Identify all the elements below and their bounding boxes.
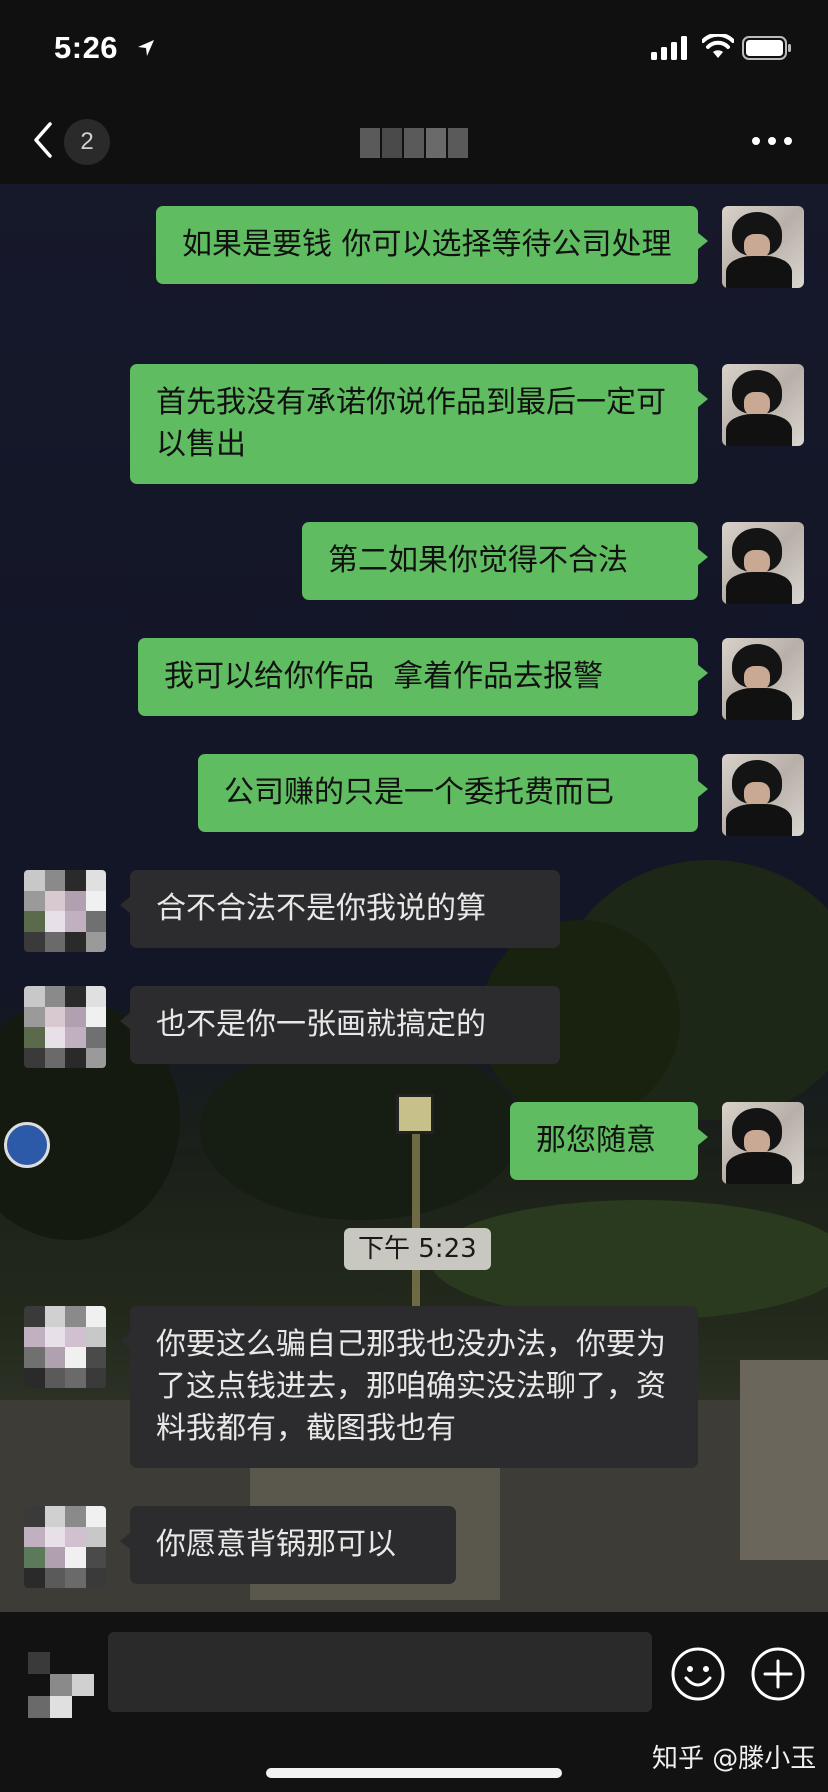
timestamp-divider: 下午 5:23 xyxy=(344,1228,491,1270)
self-avatar[interactable] xyxy=(722,638,804,720)
message-bubble-outgoing[interactable]: 那您随意 xyxy=(510,1102,708,1180)
message-bubble-outgoing[interactable]: 公司赚的只是一个委托费而已 xyxy=(198,754,708,832)
location-arrow-icon xyxy=(138,40,154,56)
battery-icon xyxy=(742,36,791,60)
message-bubble-incoming[interactable]: 也不是你一张画就搞定的 xyxy=(120,986,560,1064)
wifi-icon xyxy=(702,34,734,58)
chat-header: 2 xyxy=(0,100,828,184)
message-input[interactable] xyxy=(108,1632,652,1712)
self-avatar[interactable] xyxy=(722,1102,804,1184)
emoji-icon[interactable] xyxy=(670,1646,726,1702)
home-indicator[interactable] xyxy=(266,1768,562,1778)
message-bubble-outgoing[interactable]: 我可以给你作品 拿着作品去报警 xyxy=(138,638,708,716)
unread-count-badge[interactable]: 2 xyxy=(64,119,110,165)
message-bubble-incoming[interactable]: 你要这么骗自己那我也没办法，你要为了这点钱进去，那咱确实没法聊了，资料我都有，截… xyxy=(120,1306,698,1468)
status-bar: 5:26 xyxy=(0,0,828,100)
input-toolbar: 知乎 @滕小玉 xyxy=(0,1612,828,1792)
more-options-icon[interactable] xyxy=(752,135,792,147)
self-avatar[interactable] xyxy=(722,364,804,446)
self-avatar[interactable] xyxy=(722,206,804,288)
back-chevron-icon[interactable] xyxy=(30,120,56,160)
message-bubble-incoming[interactable]: 你愿意背锅那可以 xyxy=(120,1506,456,1584)
contact-avatar-redacted[interactable] xyxy=(24,870,106,952)
self-avatar[interactable] xyxy=(722,522,804,604)
contact-avatar-redacted[interactable] xyxy=(24,986,106,1068)
contact-avatar-redacted[interactable] xyxy=(24,1506,106,1588)
watermark: 知乎 @滕小玉 xyxy=(652,1744,817,1774)
status-time: 5:26 xyxy=(54,30,119,65)
message-bubble-outgoing[interactable]: 第二如果你觉得不合法 xyxy=(302,522,708,600)
cellular-signal-icon xyxy=(651,36,687,60)
message-bubble-incoming[interactable]: 合不合法不是你我说的算 xyxy=(120,870,560,948)
voice-toggle-icon[interactable] xyxy=(28,1652,94,1718)
chat-title-redacted xyxy=(360,128,468,158)
message-bubble-outgoing[interactable]: 首先我没有承诺你说作品到最后一定可以售出 xyxy=(130,364,708,484)
add-attachment-icon[interactable] xyxy=(750,1646,806,1702)
message-bubble-outgoing[interactable]: 如果是要钱 你可以选择等待公司处理 xyxy=(156,206,708,284)
self-avatar[interactable] xyxy=(722,754,804,836)
contact-avatar-redacted[interactable] xyxy=(24,1306,106,1388)
